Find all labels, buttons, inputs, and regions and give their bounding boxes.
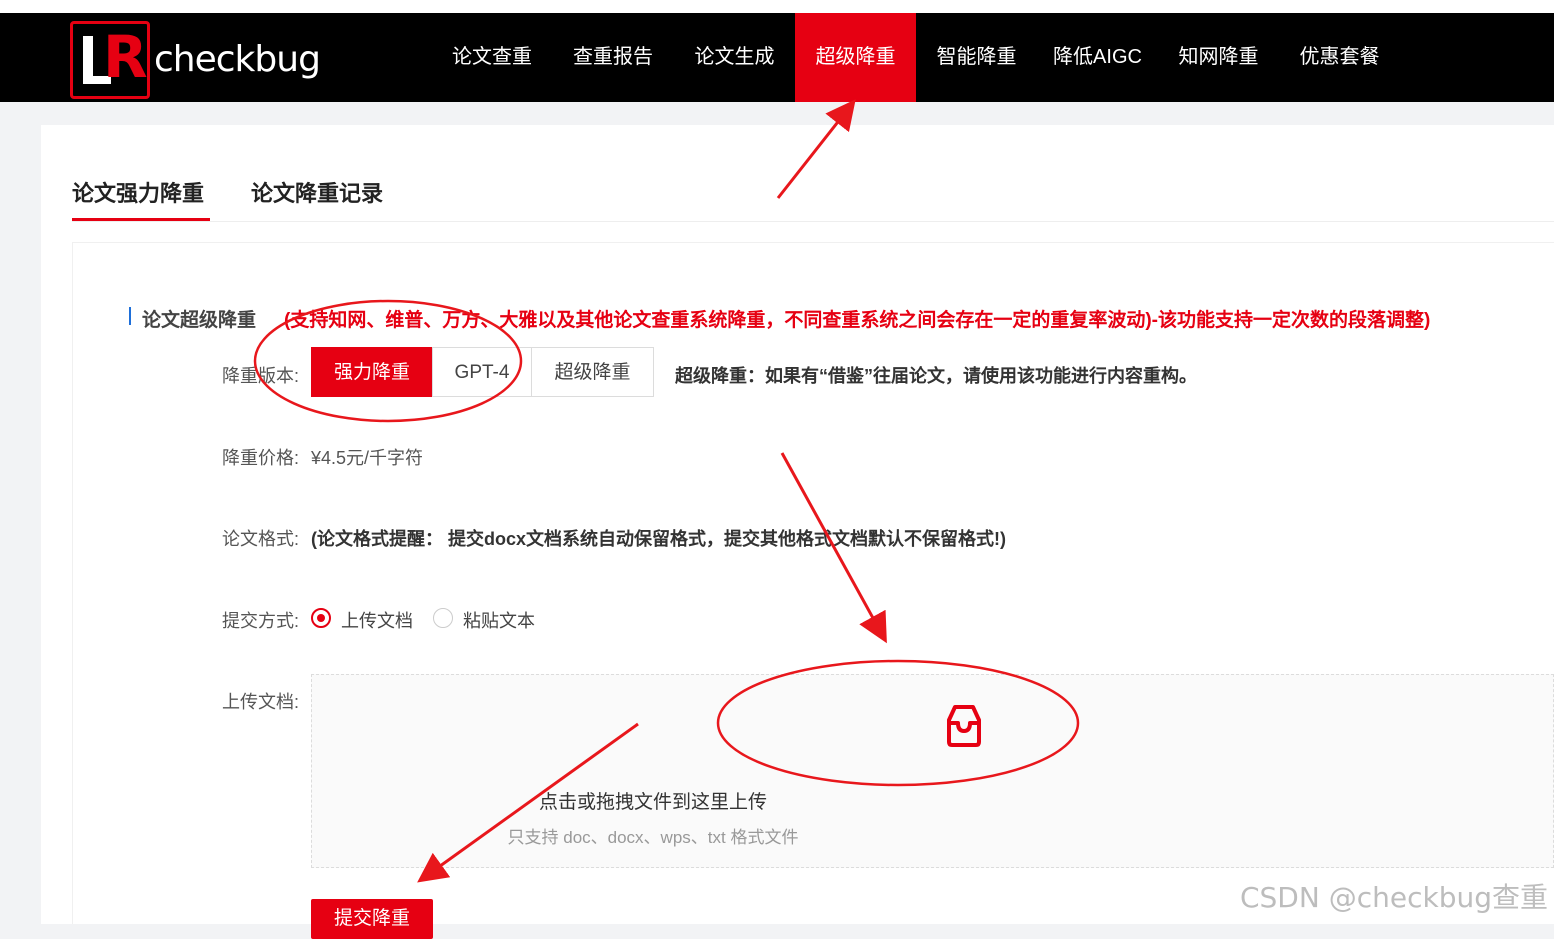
radio-paste-text[interactable] (433, 608, 453, 628)
price-label: 降重价格: (222, 448, 300, 468)
radio-upload-doc[interactable] (311, 608, 331, 628)
section-title: 论文超级降重 (142, 310, 257, 331)
tab-jiangchong-jilu[interactable]: 论文降重记录 (251, 176, 383, 208)
upload-sub-text: 只支持 doc、docx、wps、txt 格式文件 (507, 828, 799, 847)
inbox-icon (947, 705, 981, 747)
radio-upload-doc-label[interactable]: 上传文档 (341, 607, 413, 633)
submit-method-label: 提交方式: (222, 611, 300, 631)
nav-item-zhineng-jiangchong[interactable]: 智能降重 (916, 13, 1037, 102)
tab-qiangli-jiangchong[interactable]: 论文强力降重 (72, 176, 204, 208)
nav-item-zhiwang-jiangchong[interactable]: 知网降重 (1158, 13, 1279, 102)
watermark: CSDN @checkbug查重 (1239, 881, 1548, 914)
top-navbar: R checkbug 论文查重 查重报告 论文生成 超级降重 智能降重 降低AI… (0, 13, 1554, 102)
nav-item-jiangdi-aigc[interactable]: 降低AIGC (1037, 13, 1158, 102)
top-strip (0, 0, 1554, 13)
version-gpt4-button[interactable]: GPT-4 (432, 347, 532, 397)
format-note: (论文格式提醒： 提交docx文档系统自动保留格式，提交其他格式文档默认不保留格… (311, 529, 1006, 549)
format-label: 论文格式: (222, 529, 300, 549)
version-qiangli-button[interactable]: 强力降重 (311, 347, 433, 397)
section-marker (129, 307, 131, 325)
tab-divider (72, 221, 1554, 222)
logo-icon[interactable]: R (70, 21, 150, 99)
nav-item-lunwen-shengcheng[interactable]: 论文生成 (674, 13, 795, 102)
version-chaoji-button[interactable]: 超级降重 (531, 347, 654, 397)
radio-paste-text-label[interactable]: 粘贴文本 (463, 607, 535, 633)
section-note: (支持知网、维普、万方、大雅以及其他论文查重系统降重，不同查重系统之间会存在一定… (284, 310, 1431, 331)
submit-button[interactable]: 提交降重 (311, 899, 433, 939)
nav-item-chaoji-jiangchong[interactable]: 超级降重 (795, 13, 916, 102)
nav-item-youhui-taocan[interactable]: 优惠套餐 (1279, 13, 1400, 102)
upload-label: 上传文档: (222, 692, 300, 712)
brand-name[interactable]: checkbug (154, 39, 321, 80)
upload-main-text: 点击或拖拽文件到这里上传 (538, 792, 767, 813)
price-value: ¥4.5元/千字符 (311, 448, 424, 468)
version-description: 超级降重：如果有“借鉴”往届论文，请使用该功能进行内容重构。 (675, 366, 1197, 386)
nav-item-chachong-baogao[interactable]: 查重报告 (553, 13, 673, 102)
nav-item-lunwen-chachong[interactable]: 论文查重 (432, 13, 552, 102)
version-label: 降重版本: (222, 366, 300, 386)
